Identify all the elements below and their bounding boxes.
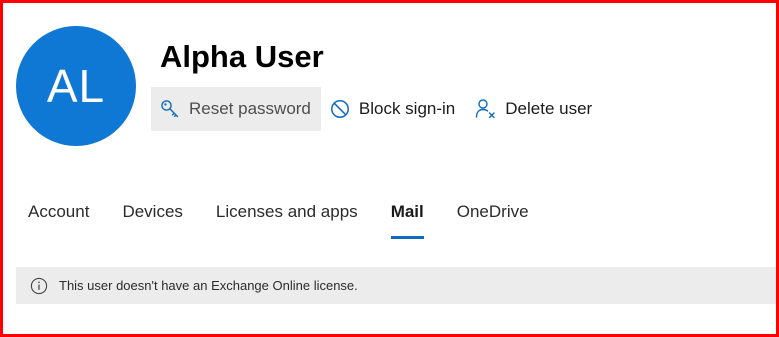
tab-devices[interactable]: Devices xyxy=(122,199,182,239)
delete-user-button[interactable]: Delete user xyxy=(465,87,602,131)
delete-user-label: Delete user xyxy=(505,99,593,118)
tab-onedrive[interactable]: OneDrive xyxy=(457,199,529,239)
tab-account[interactable]: Account xyxy=(28,199,89,239)
key-icon xyxy=(159,98,181,120)
avatar-initials: AL xyxy=(46,60,106,112)
avatar: AL xyxy=(16,26,136,146)
person-delete-icon xyxy=(475,98,497,120)
reset-password-label: Reset password xyxy=(189,99,311,118)
block-signin-label: Block sign-in xyxy=(358,99,456,118)
block-icon xyxy=(329,98,351,120)
reset-password-button[interactable]: Reset password xyxy=(151,87,321,131)
info-icon xyxy=(30,277,48,295)
license-notice-bar: This user doesn't have an Exchange Onlin… xyxy=(16,267,776,304)
tab-licenses-and-apps[interactable]: Licenses and apps xyxy=(216,199,358,239)
notice-message: This user doesn't have an Exchange Onlin… xyxy=(59,278,358,293)
panel-frame: AL Alpha User Reset password Block sign-… xyxy=(0,0,779,337)
user-tabs: Account Devices Licenses and apps Mail O… xyxy=(28,199,562,239)
block-signin-button[interactable]: Block sign-in xyxy=(321,87,465,131)
page-title: Alpha User xyxy=(160,39,324,74)
tab-mail[interactable]: Mail xyxy=(390,199,424,239)
user-actions-toolbar: Reset password Block sign-in Delete user xyxy=(151,87,602,131)
